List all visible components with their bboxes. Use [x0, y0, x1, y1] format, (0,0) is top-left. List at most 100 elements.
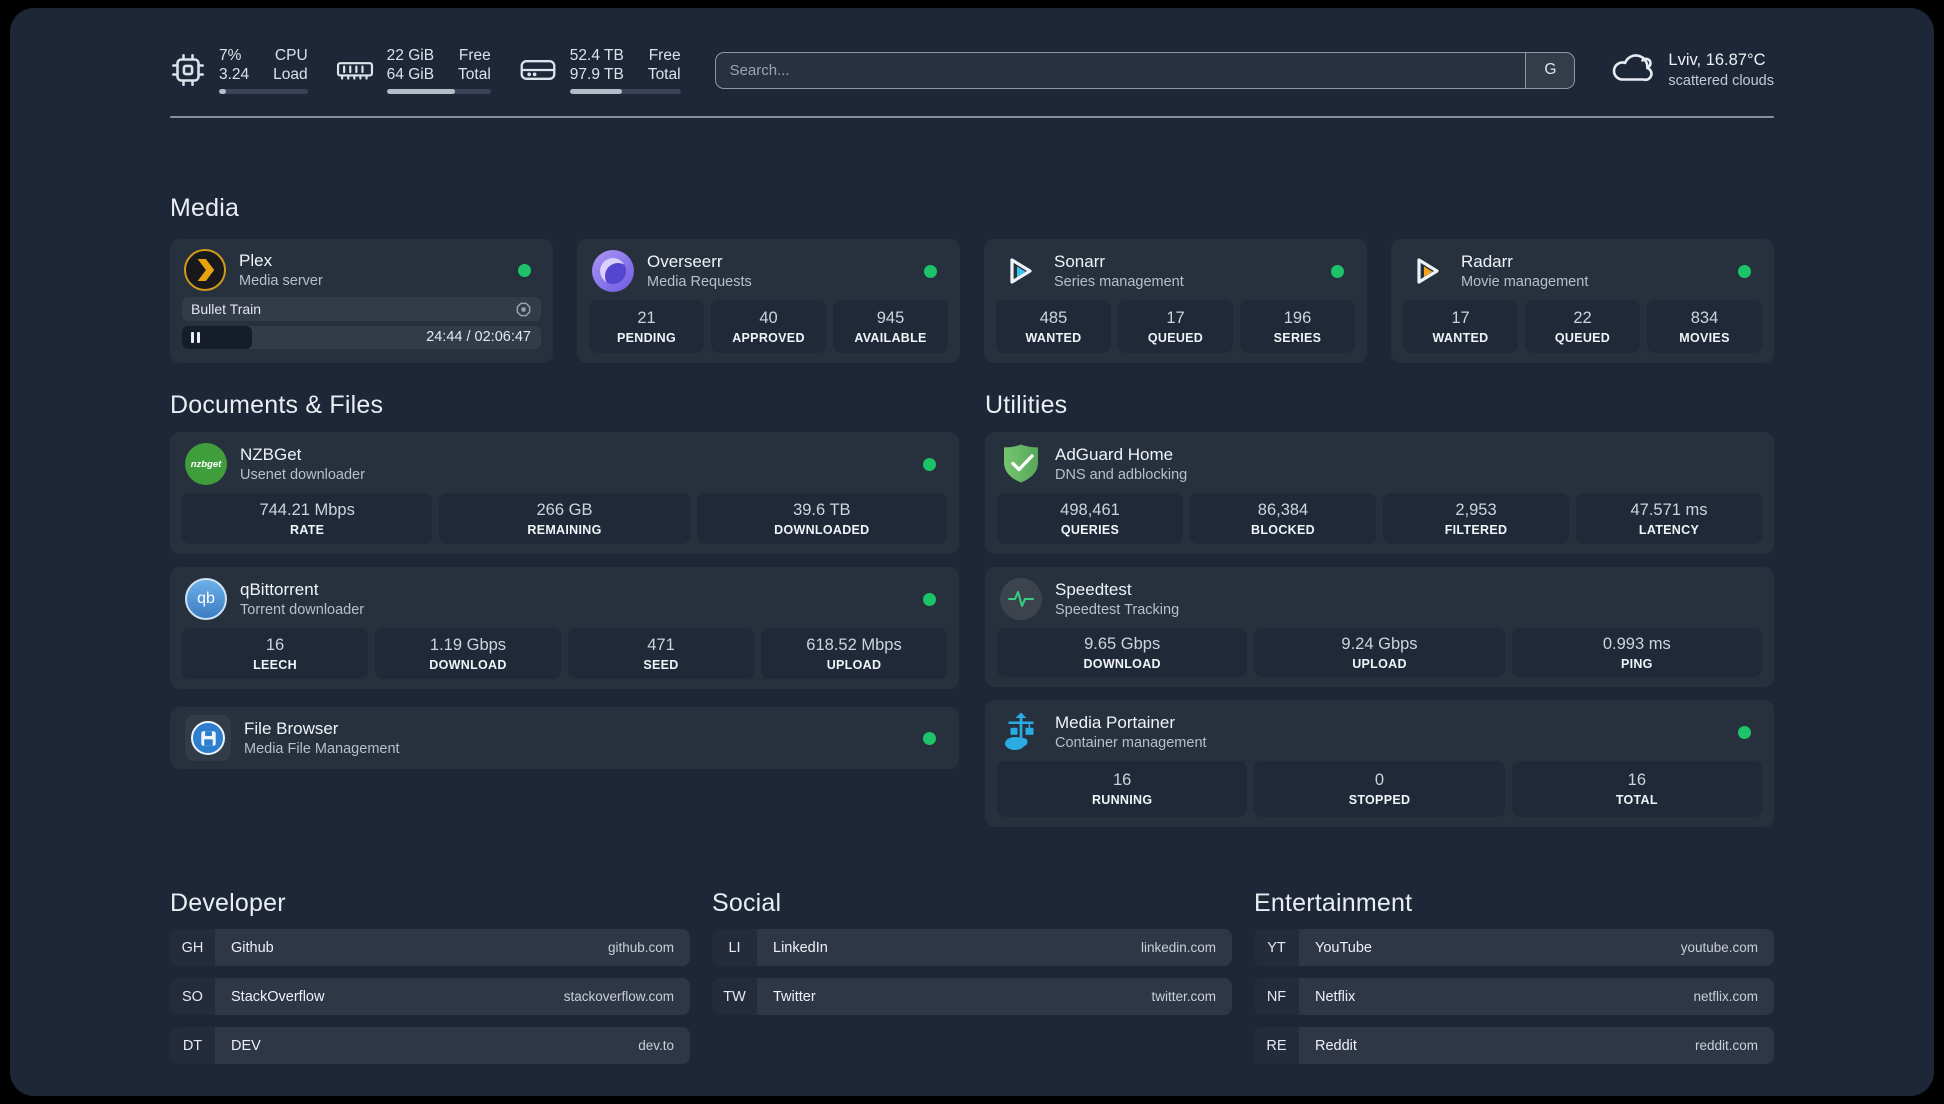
service-stats: 21 PENDING 40 APPROVED 945 AVAILABLE — [589, 300, 948, 353]
stat-block: 16 RUNNING — [997, 761, 1248, 817]
service-card-filebrowser[interactable]: File Browser Media File Management — [170, 707, 959, 769]
service-subtitle: Media File Management — [244, 741, 400, 757]
service-card-sonarr[interactable]: Sonarr Series management 485 WANTED 17 Q… — [984, 239, 1367, 363]
disk-free-value: 52.4 TB — [569, 47, 624, 64]
bookmark-url: netflix.com — [1693, 989, 1758, 1004]
speedtest-icon — [1000, 578, 1042, 620]
bookmark-url: github.com — [607, 940, 674, 955]
disk-free-label: Free — [648, 47, 681, 64]
bookmark-abbr: YT — [1254, 929, 1299, 966]
service-subtitle: Movie management — [1461, 274, 1589, 290]
service-stats: 744.21 Mbps RATE 266 GB REMAINING 39.6 T… — [182, 493, 947, 544]
stat-block: 40 APPROVED — [711, 300, 826, 353]
service-stats: 9.65 Gbps DOWNLOAD 9.24 Gbps UPLOAD 0.99… — [997, 628, 1762, 677]
stat-value: 16 — [1627, 771, 1646, 789]
service-card-speedtest[interactable]: Speedtest Speedtest Tracking 9.65 Gbps D… — [985, 567, 1774, 687]
service-stats: 17 WANTED 22 QUEUED 834 MOVIES — [1403, 300, 1762, 353]
transcode-icon — [516, 302, 531, 316]
stat-block: 618.52 Mbps UPLOAD — [761, 628, 947, 679]
stat-label: PING — [1620, 656, 1653, 671]
stat-block: 86,384 BLOCKED — [1190, 493, 1376, 544]
bookmark-url: dev.to — [638, 1038, 674, 1053]
bookmark-name: Reddit — [1315, 1037, 1357, 1054]
qbittorrent-icon: qb — [185, 578, 227, 620]
service-subtitle: Speedtest Tracking — [1055, 602, 1180, 618]
service-subtitle: Container management — [1055, 735, 1207, 751]
bookmark-youtube[interactable]: YT YouTube youtube.com — [1254, 929, 1774, 966]
stat-block: 21 PENDING — [589, 300, 704, 353]
playback-time: 24:44 / 02:06:47 — [426, 329, 531, 345]
stat-value: 618.52 Mbps — [806, 635, 902, 654]
weather-widget: Lviv, 16.87°C scattered clouds — [1609, 50, 1774, 91]
stat-block: 834 MOVIES — [1647, 300, 1762, 353]
search-bar: G — [714, 51, 1576, 89]
sonarr-icon — [999, 250, 1041, 292]
stat-label: APPROVED — [732, 330, 805, 345]
service-card-portainer[interactable]: Media Portainer Container management 16 … — [985, 700, 1774, 827]
bookmark-linkedin[interactable]: LI LinkedIn linkedin.com — [712, 929, 1232, 966]
stat-block: 1.19 Gbps DOWNLOAD — [375, 628, 561, 679]
service-card-adguard[interactable]: AdGuard Home DNS and adblocking 498,461 … — [985, 432, 1774, 554]
bookmark-dev[interactable]: DT DEV dev.to — [170, 1027, 690, 1064]
stat-label: QUEUED — [1554, 330, 1611, 345]
stat-value: 9.24 Gbps — [1341, 634, 1418, 653]
bookmark-abbr: RE — [1254, 1027, 1299, 1064]
stat-block: 16 LEECH — [182, 628, 368, 679]
service-title: Sonarr — [1054, 252, 1106, 271]
memory-free-label: Free — [458, 47, 491, 64]
service-card-plex[interactable]: Plex Media server Bullet Train 24:44 / 0… — [170, 239, 553, 363]
plex-icon — [184, 249, 226, 291]
service-card-nzbget[interactable]: nzbget NZBGet Usenet downloader 744.21 M… — [170, 432, 959, 554]
search-input[interactable] — [715, 52, 1526, 88]
bookmark-abbr: DT — [170, 1027, 215, 1064]
service-subtitle: Media server — [239, 273, 323, 289]
service-subtitle: Usenet downloader — [240, 467, 365, 483]
service-card-qbittorrent[interactable]: qb qBittorrent Torrent downloader 16 LEE… — [170, 567, 959, 689]
stat-label: MOVIES — [1679, 330, 1730, 345]
bookmark-url: reddit.com — [1694, 1038, 1758, 1053]
stat-value: 485 — [1039, 308, 1068, 327]
topbar-divider — [170, 116, 1774, 118]
cpu-icon — [170, 52, 206, 88]
stat-block: 498,461 QUERIES — [997, 493, 1183, 544]
portainer-icon — [1000, 711, 1042, 753]
bookmark-reddit[interactable]: RE Reddit reddit.com — [1254, 1027, 1774, 1064]
stat-value: 21 — [637, 308, 656, 327]
bookmark-name: LinkedIn — [773, 939, 828, 956]
disk-resource-widget: 52.4 TB 97.9 TB Free Total — [519, 46, 681, 94]
bookmark-url: twitter.com — [1151, 989, 1216, 1004]
bookmark-url: youtube.com — [1680, 940, 1758, 955]
cloud-icon — [1609, 50, 1655, 91]
service-card-radarr[interactable]: Radarr Movie management 17 WANTED 22 QUE… — [1391, 239, 1774, 363]
bookmark-netflix[interactable]: NF Netflix netflix.com — [1254, 978, 1774, 1015]
bookmark-github[interactable]: GH Github github.com — [170, 929, 690, 966]
stat-block: 744.21 Mbps RATE — [182, 493, 433, 544]
stat-label: FILTERED — [1444, 522, 1508, 537]
stat-label: RATE — [290, 522, 325, 537]
stat-value: 0.993 ms — [1602, 634, 1671, 653]
stat-block: 0 STOPPED — [1254, 761, 1505, 817]
bookmark-twitter[interactable]: TW Twitter twitter.com — [712, 978, 1232, 1015]
nzbget-icon: nzbget — [185, 443, 227, 485]
stat-value: 9.65 Gbps — [1084, 634, 1161, 653]
stat-block: 196 SERIES — [1240, 300, 1355, 353]
stat-value: 17 — [1451, 308, 1470, 327]
stat-label: RUNNING — [1091, 793, 1153, 807]
bookmark-group-entertainment: Entertainment YT YouTube youtube.com NF … — [1254, 889, 1774, 1076]
stat-label: DOWNLOADED — [774, 522, 870, 537]
service-subtitle: Media Requests — [647, 274, 752, 290]
stat-label: WANTED — [1025, 330, 1082, 345]
stat-label: STOPPED — [1348, 793, 1411, 807]
bookmark-stackoverflow[interactable]: SO StackOverflow stackoverflow.com — [170, 978, 690, 1015]
service-title: Overseerr — [647, 252, 723, 271]
pause-icon — [191, 332, 200, 343]
search-provider-button[interactable]: G — [1525, 52, 1575, 88]
status-dot — [1738, 264, 1751, 278]
service-card-overseerr[interactable]: Overseerr Media Requests 21 PENDING 40 A… — [577, 239, 960, 363]
weather-condition: scattered clouds — [1668, 73, 1774, 89]
stat-block: 17 WANTED — [1403, 300, 1518, 353]
memory-progress-bar — [386, 89, 491, 94]
stat-value: 471 — [647, 635, 675, 654]
stat-label: AVAILABLE — [854, 330, 927, 345]
overseerr-icon — [592, 250, 634, 292]
